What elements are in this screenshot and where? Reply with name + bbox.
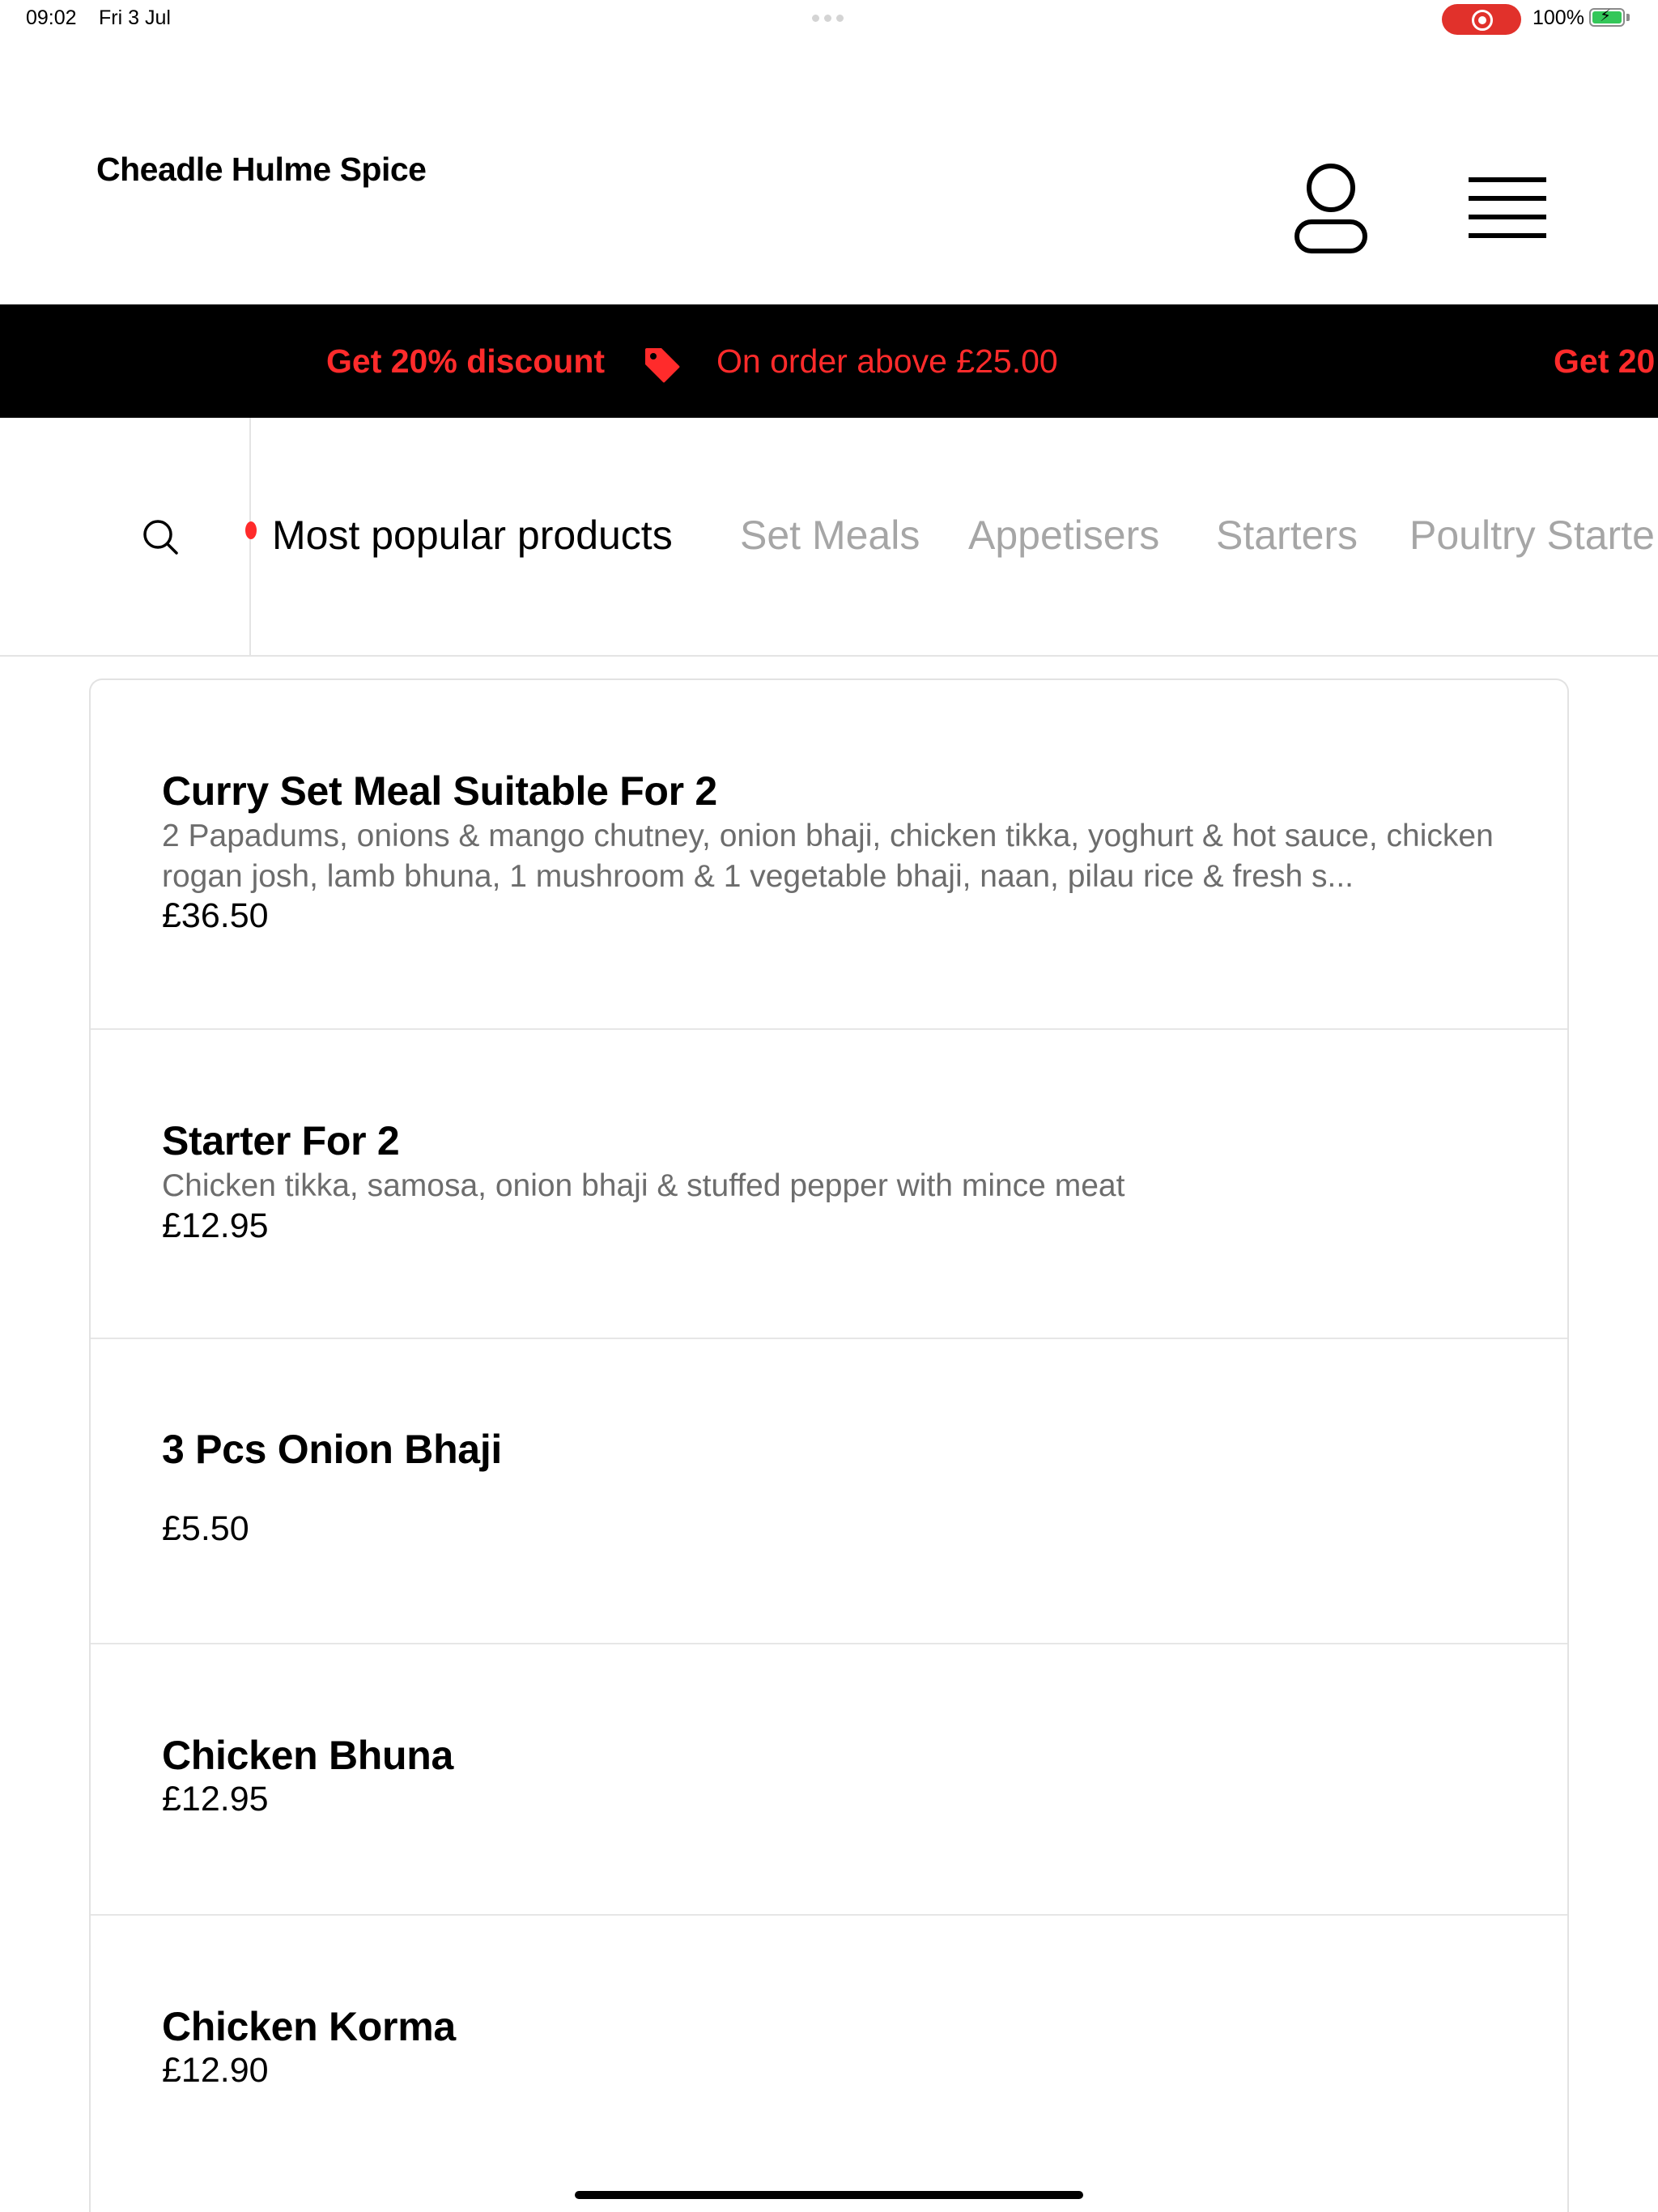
active-category-marker xyxy=(245,521,257,539)
product-price: £5.50 xyxy=(162,1509,249,1548)
search-button[interactable] xyxy=(0,418,251,655)
product-description: Chicken tikka, samosa, onion bhaji & stu… xyxy=(162,1168,1125,1203)
status-bar: 09:02 Fri 3 Jul 100% ⚡ xyxy=(0,0,1658,39)
search-icon xyxy=(143,520,178,555)
product-name: Chicken Bhuna xyxy=(162,1733,454,1778)
price-tag-icon xyxy=(645,348,680,383)
multitasking-dots-icon[interactable] xyxy=(812,15,844,22)
product-name: 3 Pcs Onion Bhaji xyxy=(162,1427,502,1472)
battery-nub xyxy=(1626,14,1630,21)
product-card[interactable]: Chicken Korma £12.90 xyxy=(91,1916,1567,2212)
product-card[interactable]: 3 Pcs Onion Bhaji £5.50 xyxy=(91,1339,1567,1644)
site-header: Cheadle Hulme Spice xyxy=(0,39,1658,304)
product-price: £36.50 xyxy=(162,896,269,935)
product-card[interactable]: Curry Set Meal Suitable For 2 2 Papadums… xyxy=(91,680,1567,1030)
battery-charging-icon: ⚡ xyxy=(1589,8,1625,27)
hamburger-menu-icon[interactable] xyxy=(1464,172,1553,246)
product-card[interactable]: Starter For 2 Chicken tikka, samosa, oni… xyxy=(91,1030,1567,1339)
product-description: 2 Papadums, onions & mango chutney, onio… xyxy=(162,819,1494,894)
promo-headline-repeat: Get 20 xyxy=(1554,342,1656,380)
promo-banner: Get 20% discount On order above £25.00 G… xyxy=(0,304,1658,418)
tab-poultry-starters[interactable]: Poultry Starte xyxy=(1409,512,1655,559)
restaurant-name[interactable]: Cheadle Hulme Spice xyxy=(96,151,427,189)
promo-headline: Get 20% discount xyxy=(326,342,606,380)
account-button[interactable] xyxy=(1292,162,1370,256)
user-icon xyxy=(1295,164,1367,253)
status-time: 09:02 xyxy=(26,6,77,29)
status-date: Fri 3 Jul xyxy=(99,6,171,29)
product-price: £12.90 xyxy=(162,2051,269,2090)
category-nav: Most popular products Set Meals Appetise… xyxy=(0,418,1658,657)
record-icon xyxy=(1472,10,1493,31)
tab-starters[interactable]: Starters xyxy=(1216,512,1358,559)
home-indicator[interactable] xyxy=(575,2191,1083,2199)
product-price: £12.95 xyxy=(162,1206,269,1245)
product-list: Curry Set Meal Suitable For 2 2 Papadums… xyxy=(89,678,1569,2212)
product-name: Chicken Korma xyxy=(162,2004,456,2049)
product-name: Starter For 2 xyxy=(162,1118,400,1163)
promo-condition: On order above £25.00 xyxy=(716,342,1058,380)
tab-appetisers[interactable]: Appetisers xyxy=(968,512,1159,559)
product-name: Curry Set Meal Suitable For 2 xyxy=(162,768,717,814)
tab-most-popular[interactable]: Most popular products xyxy=(272,512,673,559)
screen-recording-indicator[interactable] xyxy=(1442,4,1521,35)
product-card[interactable]: Chicken Bhuna £12.95 xyxy=(91,1644,1567,1916)
product-price: £12.95 xyxy=(162,1780,269,1819)
tab-set-meals[interactable]: Set Meals xyxy=(740,512,920,559)
battery-percentage: 100% xyxy=(1533,6,1584,29)
